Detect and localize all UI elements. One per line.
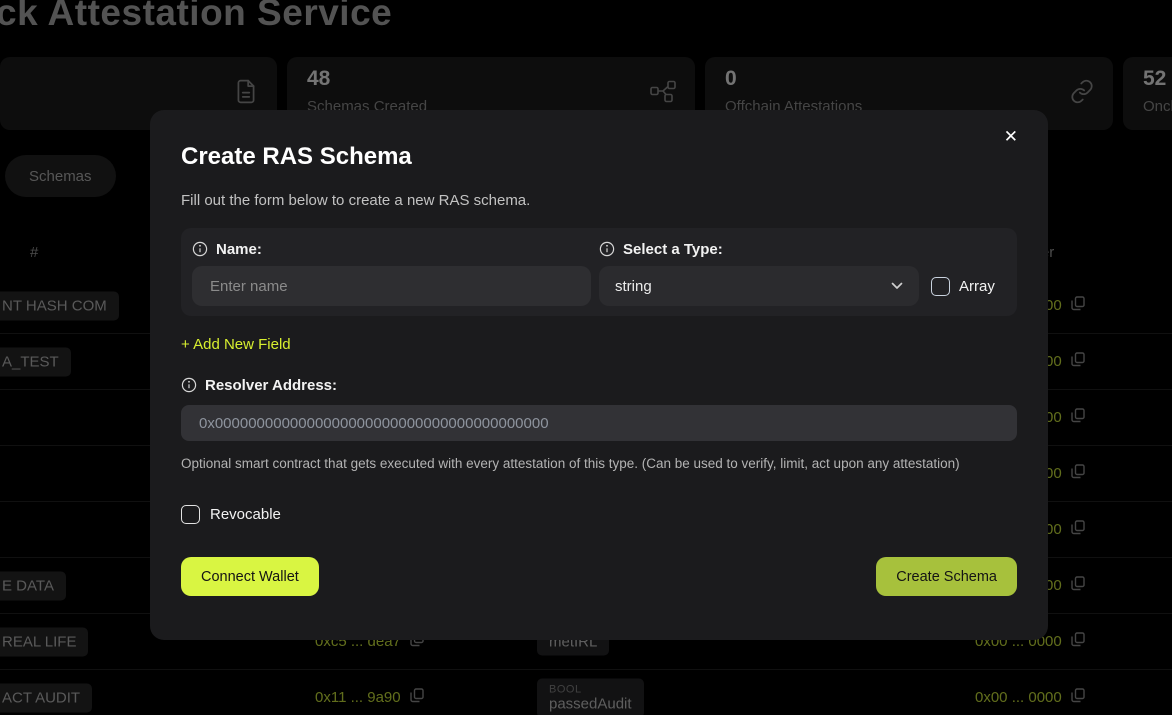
modal-title: Create RAS Schema xyxy=(181,143,1017,170)
close-icon[interactable]: ✕ xyxy=(1000,124,1022,149)
info-icon xyxy=(181,377,197,393)
resolver-help-text: Optional smart contract that gets execut… xyxy=(181,454,971,474)
name-label: Name: xyxy=(216,241,262,258)
create-schema-modal: ✕ Create RAS Schema Fill out the form be… xyxy=(150,110,1048,640)
array-checkbox-label: Array xyxy=(959,278,995,295)
type-label: Select a Type: xyxy=(623,241,723,258)
array-checkbox[interactable] xyxy=(931,277,950,296)
revocable-checkbox[interactable] xyxy=(181,505,200,524)
type-select-value: string xyxy=(615,278,652,295)
resolver-address-label: Resolver Address: xyxy=(205,377,337,394)
create-schema-button[interactable]: Create Schema xyxy=(876,557,1017,596)
revocable-checkbox-label: Revocable xyxy=(210,506,281,523)
type-select[interactable]: string xyxy=(599,266,919,306)
field-row-panel: Name: Select a Type: string Array xyxy=(181,228,1017,316)
add-new-field-button[interactable]: + Add New Field xyxy=(181,336,291,353)
modal-subtitle: Fill out the form below to create a new … xyxy=(181,192,1017,210)
app-window: ck Attestation Service 48 Schemas Create… xyxy=(0,0,1172,715)
chevron-down-icon xyxy=(891,277,903,295)
name-input[interactable] xyxy=(192,266,591,306)
info-icon xyxy=(599,241,615,257)
info-icon xyxy=(192,241,208,257)
resolver-address-input[interactable] xyxy=(181,405,1017,441)
connect-wallet-button[interactable]: Connect Wallet xyxy=(181,557,319,596)
